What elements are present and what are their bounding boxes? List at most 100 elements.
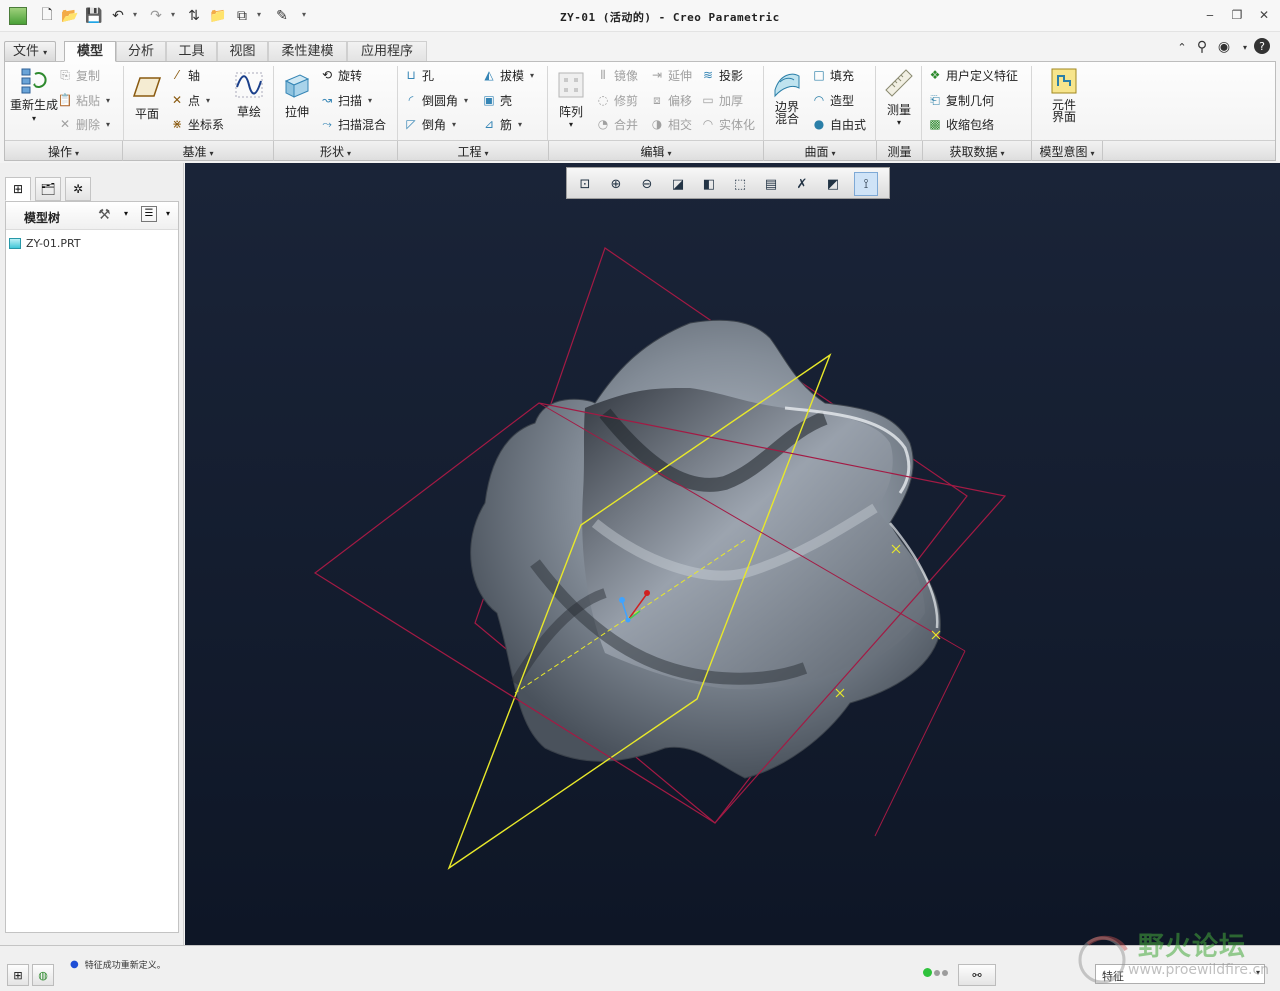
display-style-icon[interactable]: ◧ <box>697 172 721 196</box>
windows-icon[interactable]: ⧉ <box>232 6 252 26</box>
extrude-button[interactable]: 拉伸 <box>279 70 315 120</box>
toggle-browser-icon[interactable]: ◍ <box>32 964 54 986</box>
new-file-icon[interactable]: 🗋 <box>37 6 57 26</box>
boundary-blend-button[interactable]: 边界混合 <box>767 68 807 125</box>
creo-app-icon[interactable] <box>9 7 27 25</box>
find-icon[interactable]: ⚯ <box>958 964 996 986</box>
draft-button[interactable]: ◭ 拔模 ▾ <box>481 65 534 85</box>
style-button[interactable]: ◠ 造型 <box>811 90 854 110</box>
datum-display-icon[interactable]: ✗ <box>790 172 814 196</box>
csys-button[interactable]: ⋇ 坐标系 <box>169 114 224 134</box>
copy-button[interactable]: ⎘ 复制 <box>57 65 100 85</box>
script-icon[interactable]: ✎ <box>272 6 292 26</box>
chamfer-button[interactable]: ◸ 倒角 ▾ <box>403 114 456 134</box>
component-interface-button[interactable]: 元件界面 <box>1039 66 1089 123</box>
sweep-button[interactable]: ↝ 扫描 ▾ <box>319 90 372 110</box>
model-tree-tab[interactable]: ⊞ <box>5 177 31 201</box>
tree-item-root-part[interactable]: ZY-01.PRT <box>9 236 81 250</box>
project-button[interactable]: ≋ 投影 <box>700 65 743 85</box>
swept-blend-button[interactable]: ⤳ 扫描混合 <box>319 114 386 134</box>
repaint-icon[interactable]: ◪ <box>666 172 690 196</box>
saved-views-icon[interactable]: ⬚ <box>728 172 752 196</box>
copy-geometry-button[interactable]: ⎗ 复制几何 <box>927 90 994 110</box>
extend-button[interactable]: ⇥ 延伸 <box>649 65 692 85</box>
close-icon[interactable]: ✕ <box>1256 7 1272 23</box>
undo-icon[interactable]: ↶ <box>108 6 128 26</box>
revolve-button[interactable]: ⟲ 旋转 <box>319 65 362 85</box>
mirror-button[interactable]: ⫴ 镜像 <box>595 65 638 85</box>
folder-browser-tab[interactable]: 🗂 <box>35 177 61 201</box>
zoom-out-icon[interactable]: ⊖ <box>635 172 659 196</box>
delete-button[interactable]: ✕ 删除 ▾ <box>57 114 110 134</box>
restore-icon[interactable]: ❐ <box>1229 7 1245 23</box>
axis-button[interactable]: ⁄ 轴 <box>169 65 200 85</box>
plane-button[interactable]: 平面 <box>129 72 165 122</box>
graphics-window[interactable]: ⊡ ⊕ ⊖ ◪ ◧ ⬚ ▤ ✗ ◩ ⟟ <box>185 163 1280 945</box>
hole-button[interactable]: ⊔ 孔 <box>403 65 434 85</box>
tree-settings-dropdown-icon[interactable]: ▾ <box>124 209 128 218</box>
group-label-editing[interactable]: 编辑 ▾ <box>549 143 763 160</box>
regenerate-quick-icon[interactable]: ⇅ <box>184 6 204 26</box>
favorites-tab[interactable]: ✲ <box>65 177 91 201</box>
community-icon[interactable]: ◉ <box>1215 38 1233 56</box>
group-label-get-data[interactable]: 获取数据 ▾ <box>923 143 1031 160</box>
minimize-icon[interactable]: ‒ <box>1202 7 1218 23</box>
thicken-button[interactable]: ▭ 加厚 <box>700 90 743 110</box>
tree-settings-icon[interactable]: ⚒ <box>98 207 111 223</box>
toggle-navigator-icon[interactable]: ⊞ <box>7 964 29 986</box>
tab-tools[interactable]: 工具 <box>166 41 217 62</box>
rib-button[interactable]: ⊿ 筋 ▾ <box>481 114 522 134</box>
fill-button[interactable]: □ 填充 <box>811 65 854 85</box>
redo-dropdown-icon[interactable]: ▾ <box>171 10 175 19</box>
paste-button[interactable]: 📋 粘贴 ▾ <box>57 90 111 110</box>
redo-icon[interactable]: ↷ <box>146 6 166 26</box>
save-icon[interactable]: 💾 <box>84 6 104 26</box>
offset-button[interactable]: ⧈ 偏移 <box>649 90 692 110</box>
group-label-surfaces[interactable]: 曲面 ▾ <box>764 143 876 160</box>
quick-access-customize-icon[interactable]: ▾ <box>302 10 306 19</box>
help-icon[interactable]: ? <box>1254 38 1270 54</box>
search-icon[interactable]: ⚲ <box>1193 38 1211 56</box>
group-label-model-intent[interactable]: 模型意图 ▾ <box>1032 143 1102 160</box>
solidify-button[interactable]: ◠ 实体化 <box>700 114 755 134</box>
shrinkwrap-button[interactable]: ▩ 收缩包络 <box>927 114 994 134</box>
group-label-shapes[interactable]: 形状 ▾ <box>274 143 397 160</box>
group-label-measure[interactable]: 测量 <box>877 143 922 160</box>
undo-dropdown-icon[interactable]: ▾ <box>133 10 137 19</box>
pattern-button[interactable]: 阵列 ▾ <box>553 70 589 129</box>
folder-icon[interactable]: 📁 <box>208 6 228 26</box>
tab-analysis[interactable]: 分析 <box>116 41 166 62</box>
udf-button[interactable]: ❖ 用户定义特征 <box>927 65 1018 85</box>
spin-center-icon[interactable]: ⟟ <box>854 172 878 196</box>
tab-model[interactable]: 模型 <box>64 41 116 62</box>
group-label-engineering[interactable]: 工程 ▾ <box>398 143 548 160</box>
tab-flexible-modeling[interactable]: 柔性建模 <box>268 41 347 62</box>
refit-icon[interactable]: ⊡ <box>573 172 597 196</box>
zoom-in-icon[interactable]: ⊕ <box>604 172 628 196</box>
community-dropdown-icon[interactable]: ▾ <box>1236 38 1254 56</box>
show-options-icon[interactable]: ☰ <box>141 206 157 222</box>
point-button[interactable]: ✕ 点 ▾ <box>169 90 210 110</box>
tab-file[interactable]: 文件 ▾ <box>4 41 57 62</box>
group-label-datum[interactable]: 基准 ▾ <box>123 143 273 160</box>
tab-view[interactable]: 视图 <box>217 41 268 62</box>
open-folder-icon[interactable]: 📂 <box>60 6 80 26</box>
shell-button[interactable]: ▣ 壳 <box>481 90 512 110</box>
annotation-display-icon[interactable]: ◩ <box>821 172 845 196</box>
freestyle-button[interactable]: ● 自由式 <box>811 114 866 134</box>
tab-applications[interactable]: 应用程序 <box>347 41 427 62</box>
windows-dropdown-icon[interactable]: ▾ <box>257 10 261 19</box>
group-label-operations[interactable]: 操作 ▾ <box>5 143 122 160</box>
minimize-ribbon-icon[interactable]: ⌃ <box>1173 38 1191 56</box>
regenerate-button[interactable]: 重新生成 ▾ <box>9 66 59 125</box>
view-manager-icon[interactable]: ▤ <box>759 172 783 196</box>
sketch-button[interactable]: 草绘 <box>231 70 267 120</box>
intersect-button[interactable]: ◑ 相交 <box>649 114 692 134</box>
round-button[interactable]: ◜ 倒圆角 ▾ <box>403 90 468 110</box>
part-model[interactable] <box>470 319 941 779</box>
trim-button[interactable]: ◌ 修剪 <box>595 90 638 110</box>
show-options-dropdown-icon[interactable]: ▾ <box>166 209 170 218</box>
model-viewport[interactable] <box>185 163 1280 945</box>
measure-button[interactable]: 测量 ▾ <box>879 68 919 127</box>
merge-button[interactable]: ◔ 合并 <box>595 114 638 134</box>
